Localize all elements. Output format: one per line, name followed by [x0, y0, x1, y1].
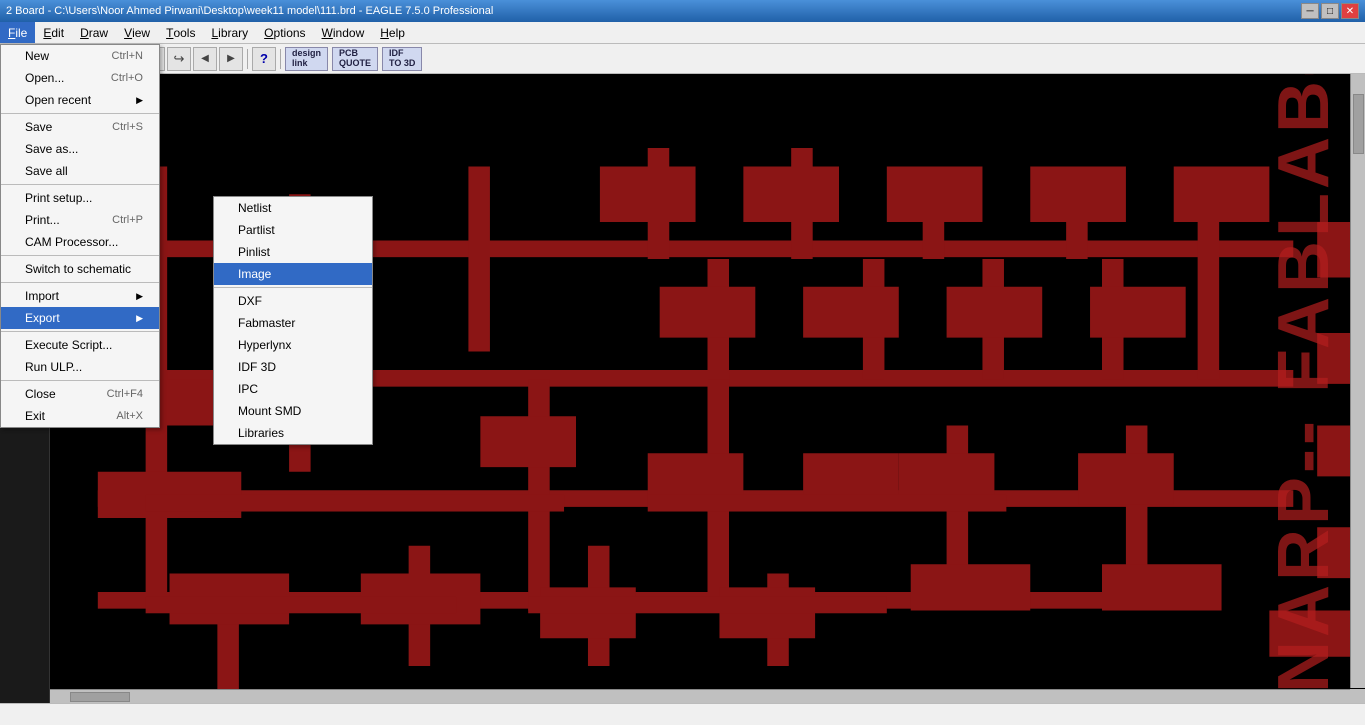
menu-execute-script[interactable]: Execute Script... [1, 334, 159, 356]
menu-help[interactable]: Help [372, 22, 413, 43]
menu-edit[interactable]: Edit [35, 22, 72, 43]
menu-save-as[interactable]: Save as... [1, 138, 159, 160]
titlebar: 2 Board - C:\Users\Noor Ahmed Pirwani\De… [0, 0, 1365, 22]
redo-button[interactable]: ↪ [167, 47, 191, 71]
titlebar-title: 2 Board - C:\Users\Noor Ahmed Pirwani\De… [6, 5, 493, 17]
sep3 [280, 49, 281, 69]
export-partlist[interactable]: Partlist [214, 219, 372, 241]
export-netlist[interactable]: Netlist [214, 197, 372, 219]
pcb-quote-button[interactable]: PCBQUOTE [332, 47, 378, 71]
export-submenu-dropdown: Netlist Partlist Pinlist Image DXF Fabma… [213, 196, 373, 445]
menu-run-ulp[interactable]: Run ULP... [1, 356, 159, 378]
menubar: File Edit Draw View Tools Library Option… [0, 22, 1365, 44]
export-hyperlynx[interactable]: Hyperlynx [214, 334, 372, 356]
idf-3d-button[interactable]: IDFTO 3D [382, 47, 422, 71]
menu-import[interactable]: Import [1, 285, 159, 307]
menu-open[interactable]: Open...Ctrl+O [1, 67, 159, 89]
sep2 [1, 184, 159, 185]
menu-save-all[interactable]: Save all [1, 160, 159, 182]
export-libraries[interactable]: Libraries [214, 422, 372, 444]
export-fabmaster[interactable]: Fabmaster [214, 312, 372, 334]
menu-switch-schematic[interactable]: Switch to schematic [1, 258, 159, 280]
scroll-corner [1350, 689, 1365, 703]
toolbar: 🔍 −🔍 ⊡ ⊞ 1:1 ↩ ↪ ◀ ▶ ? designlink PCBQUO… [0, 44, 1365, 74]
sep2 [247, 49, 248, 69]
minimize-button[interactable]: ─ [1301, 3, 1319, 19]
menu-view[interactable]: View [116, 22, 158, 43]
menu-print-setup[interactable]: Print setup... [1, 187, 159, 209]
maximize-button[interactable]: □ [1321, 3, 1339, 19]
menu-options[interactable]: Options [256, 22, 313, 43]
export-dxf[interactable]: DXF [214, 290, 372, 312]
export-mount-smd[interactable]: Mount SMD [214, 400, 372, 422]
menu-new[interactable]: NewCtrl+N [1, 45, 159, 67]
menu-library[interactable]: Library [203, 22, 256, 43]
menu-close[interactable]: CloseCtrl+F4 [1, 383, 159, 405]
pan-left-button[interactable]: ◀ [193, 47, 217, 71]
export-sep1 [214, 287, 372, 288]
sep6 [1, 380, 159, 381]
sep4 [1, 282, 159, 283]
close-button[interactable]: ✕ [1341, 3, 1359, 19]
statusbar [0, 703, 1365, 725]
menu-cam[interactable]: CAM Processor... [1, 231, 159, 253]
menu-export[interactable]: Export [1, 307, 159, 329]
menu-window[interactable]: Window [314, 22, 373, 43]
menu-print[interactable]: Print...Ctrl+P [1, 209, 159, 231]
horizontal-scrollbar[interactable] [50, 689, 1350, 703]
menu-exit[interactable]: ExitAlt+X [1, 405, 159, 427]
hscroll-thumb[interactable] [70, 692, 130, 702]
menu-save[interactable]: SaveCtrl+S [1, 116, 159, 138]
menu-file[interactable]: File [0, 22, 35, 43]
sep1 [1, 113, 159, 114]
pan-right-button[interactable]: ▶ [219, 47, 243, 71]
main-area: ○ ⌒ ▭ ⬡ ✛ ⊕ 〜 ◎ □ ▪ A |←→| ℹ ⇝ ≈ ⊲ [0, 74, 1365, 703]
export-ipc[interactable]: IPC [214, 378, 372, 400]
export-pinlist[interactable]: Pinlist [214, 241, 372, 263]
export-image[interactable]: Image [214, 263, 372, 285]
help-button[interactable]: ? [252, 47, 276, 71]
vertical-scrollbar[interactable] [1350, 74, 1365, 688]
vscroll-thumb[interactable] [1353, 94, 1364, 154]
design-link-button[interactable]: designlink [285, 47, 328, 71]
menu-draw[interactable]: Draw [72, 22, 116, 43]
file-menu-dropdown: NewCtrl+N Open...Ctrl+O Open recent Save… [0, 44, 160, 428]
sep5 [1, 331, 159, 332]
menu-tools[interactable]: Tools [158, 22, 203, 43]
titlebar-controls: ─ □ ✕ [1301, 3, 1359, 19]
sep3 [1, 255, 159, 256]
export-idf3d[interactable]: IDF 3D [214, 356, 372, 378]
menu-open-recent[interactable]: Open recent [1, 89, 159, 111]
